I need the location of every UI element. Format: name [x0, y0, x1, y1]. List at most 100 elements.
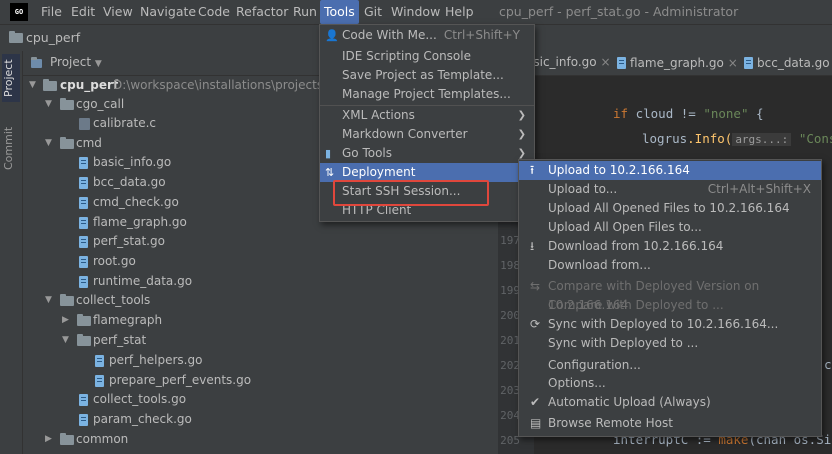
tree-item-label: basic_info.go — [93, 155, 172, 169]
code-token: .Info( — [687, 131, 733, 146]
code-token: logrus — [642, 131, 688, 146]
menu-git[interactable]: Git — [364, 0, 382, 24]
go-file-icon — [79, 276, 88, 288]
go-file-icon — [744, 57, 753, 69]
annotation-highlight-box — [333, 180, 489, 206]
chevron-right-icon: ▶ — [45, 434, 52, 444]
line-number: 203 — [500, 384, 520, 397]
project-view-selector[interactable]: Project ▼ — [50, 55, 102, 69]
menu-item-label: Upload All Open Files to... — [548, 220, 702, 234]
menu-item-label: Sync with Deployed to 10.2.166.164... — [548, 317, 779, 331]
menu-item-configuration[interactable]: Configuration... — [519, 356, 821, 375]
deployment-submenu: ⭱ Upload to 10.2.166.164 Upload to... Ct… — [518, 159, 822, 437]
tree-item-label: common — [76, 432, 129, 446]
tab-label: bcc_data.go — [757, 56, 830, 70]
breadcrumb-project[interactable]: cpu_perf — [26, 30, 80, 45]
download-icon: ⭳ — [530, 239, 535, 253]
chevron-down-icon: ▼ — [94, 59, 102, 69]
tab-bcc-data[interactable]: bcc_data.go × — [744, 55, 832, 70]
code-token: c — [824, 357, 832, 372]
tree-item-label: flame_graph.go — [93, 215, 187, 229]
menu-item-options[interactable]: Options... — [519, 374, 821, 393]
menu-item-manage-project-templates[interactable]: Manage Project Templates... — [320, 85, 534, 104]
menu-window[interactable]: Window — [391, 0, 440, 24]
menu-item-upload-to-host[interactable]: ⭱ Upload to 10.2.166.164 — [519, 161, 821, 180]
tab-label: asic_info.go — [526, 55, 597, 69]
menu-item-label: Sync with Deployed to ... — [548, 336, 699, 350]
line-number: 204 — [500, 409, 520, 422]
chevron-right-icon: ❯ — [517, 129, 526, 140]
menu-tools[interactable]: Tools — [320, 0, 359, 24]
menu-item-automatic-upload[interactable]: ✔ Automatic Upload (Always) — [519, 393, 821, 412]
go-file-icon — [79, 414, 88, 426]
menu-item-markdown-converter[interactable]: Markdown Converter ❯ — [320, 125, 534, 144]
tree-item-label: perf_helpers.go — [109, 353, 203, 367]
tab-basic-info[interactable]: asic_info.go × — [526, 55, 611, 69]
tab-flame-graph[interactable]: flame_graph.go × — [617, 55, 738, 70]
tree-item-label: runtime_data.go — [93, 274, 193, 288]
tool-tab-project[interactable]: Project — [2, 54, 20, 102]
menu-item-upload-to[interactable]: Upload to... Ctrl+Alt+Shift+X — [519, 180, 821, 199]
tree-root-name: cpu_perf — [60, 78, 119, 92]
tree-item-label: root.go — [93, 254, 136, 268]
go-file-icon — [79, 217, 88, 229]
code-token: "none" — [703, 106, 749, 121]
menu-item-label: Configuration... — [548, 358, 641, 372]
folder-icon — [60, 98, 74, 110]
code-with-me-icon: 👤 — [325, 29, 339, 42]
go-file-icon — [79, 157, 88, 169]
menu-item-xml-actions[interactable]: XML Actions ❯ — [320, 106, 534, 125]
window-title: cpu_perf - perf_stat.go - Administrator — [499, 4, 739, 19]
menu-navigate[interactable]: Navigate — [140, 0, 196, 24]
menu-item-label: Download from 10.2.166.164 — [548, 239, 724, 253]
menu-item-code-with-me[interactable]: 👤 Code With Me... Ctrl+Shift+Y — [320, 26, 534, 45]
menu-item-download-from[interactable]: Download from... — [519, 256, 821, 275]
goland-logo-icon: GO — [10, 3, 28, 21]
go-file-icon — [79, 394, 88, 406]
menu-item-label: XML Actions — [342, 108, 415, 122]
project-view-icon — [31, 57, 42, 68]
menu-item-browse-remote-host[interactable]: ▤ Browse Remote Host — [519, 414, 821, 433]
menu-item-label: Upload to... — [548, 182, 618, 196]
menu-item-label: Compare with Deployed to ... — [548, 298, 724, 312]
menu-run[interactable]: Run — [293, 0, 317, 24]
menu-item-label: Download from... — [548, 258, 651, 272]
close-icon[interactable]: × — [600, 55, 610, 69]
menu-item-go-tools[interactable]: ▮ Go Tools ❯ — [320, 144, 534, 163]
go-file-icon — [79, 256, 88, 268]
menu-item-save-project-template[interactable]: Save Project as Template... — [320, 66, 534, 85]
folder-icon — [77, 314, 91, 326]
menu-item-upload-all-open-to[interactable]: Upload All Open Files to... — [519, 218, 821, 237]
menu-item-compare-deployed-host: ⇆ Compare with Deployed Version on 10.2.… — [519, 277, 821, 312]
menu-item-download-from-host[interactable]: ⭳ Download from 10.2.166.164 — [519, 237, 821, 256]
tree-item-label: perf_stat — [93, 333, 147, 347]
menu-item-ide-scripting-console[interactable]: IDE Scripting Console — [320, 47, 534, 66]
menu-item-sync-with-deployed[interactable]: Sync with Deployed to ... — [519, 334, 821, 353]
menu-item-shortcut: Ctrl+Alt+Shift+X — [707, 182, 811, 196]
menu-refactor[interactable]: Refactor — [236, 0, 288, 24]
chevron-down-icon: ▼ — [45, 138, 52, 148]
tree-item-label: calibrate.c — [93, 116, 157, 130]
checkmark-icon: ✔ — [530, 395, 541, 409]
menu-item-label: Manage Project Templates... — [342, 87, 511, 101]
go-tools-icon: ▮ — [325, 147, 332, 160]
menu-edit[interactable]: Edit — [71, 0, 95, 24]
menu-help[interactable]: Help — [445, 0, 474, 24]
tree-item-label: param_check.go — [93, 412, 192, 426]
code-token: { — [748, 106, 764, 121]
code-token: if — [613, 106, 629, 121]
close-icon[interactable]: × — [728, 56, 738, 70]
menu-item-label: Upload to 10.2.166.164 — [548, 163, 690, 177]
menu-file[interactable]: File — [41, 0, 62, 24]
tool-tab-commit[interactable]: Commit — [2, 120, 20, 176]
menu-item-upload-all-opened[interactable]: Upload All Opened Files to 10.2.166.164 — [519, 199, 821, 218]
menu-code[interactable]: Code — [198, 0, 230, 24]
menu-item-label: Code With Me... — [342, 28, 437, 42]
code-line: logrus.Info(args...: "Conside — [642, 131, 832, 146]
tree-item-label: perf_stat.go — [93, 234, 165, 248]
menu-item-compare-deployed-to: Compare with Deployed to ... — [519, 296, 821, 315]
code-line: c — [824, 357, 832, 372]
tree-root-path: D:\workspace\installations\projects\gola — [113, 78, 353, 92]
menu-view[interactable]: View — [103, 0, 133, 24]
menu-item-sync-with-host[interactable]: ⟳ Sync with Deployed to 10.2.166.164... — [519, 315, 821, 334]
